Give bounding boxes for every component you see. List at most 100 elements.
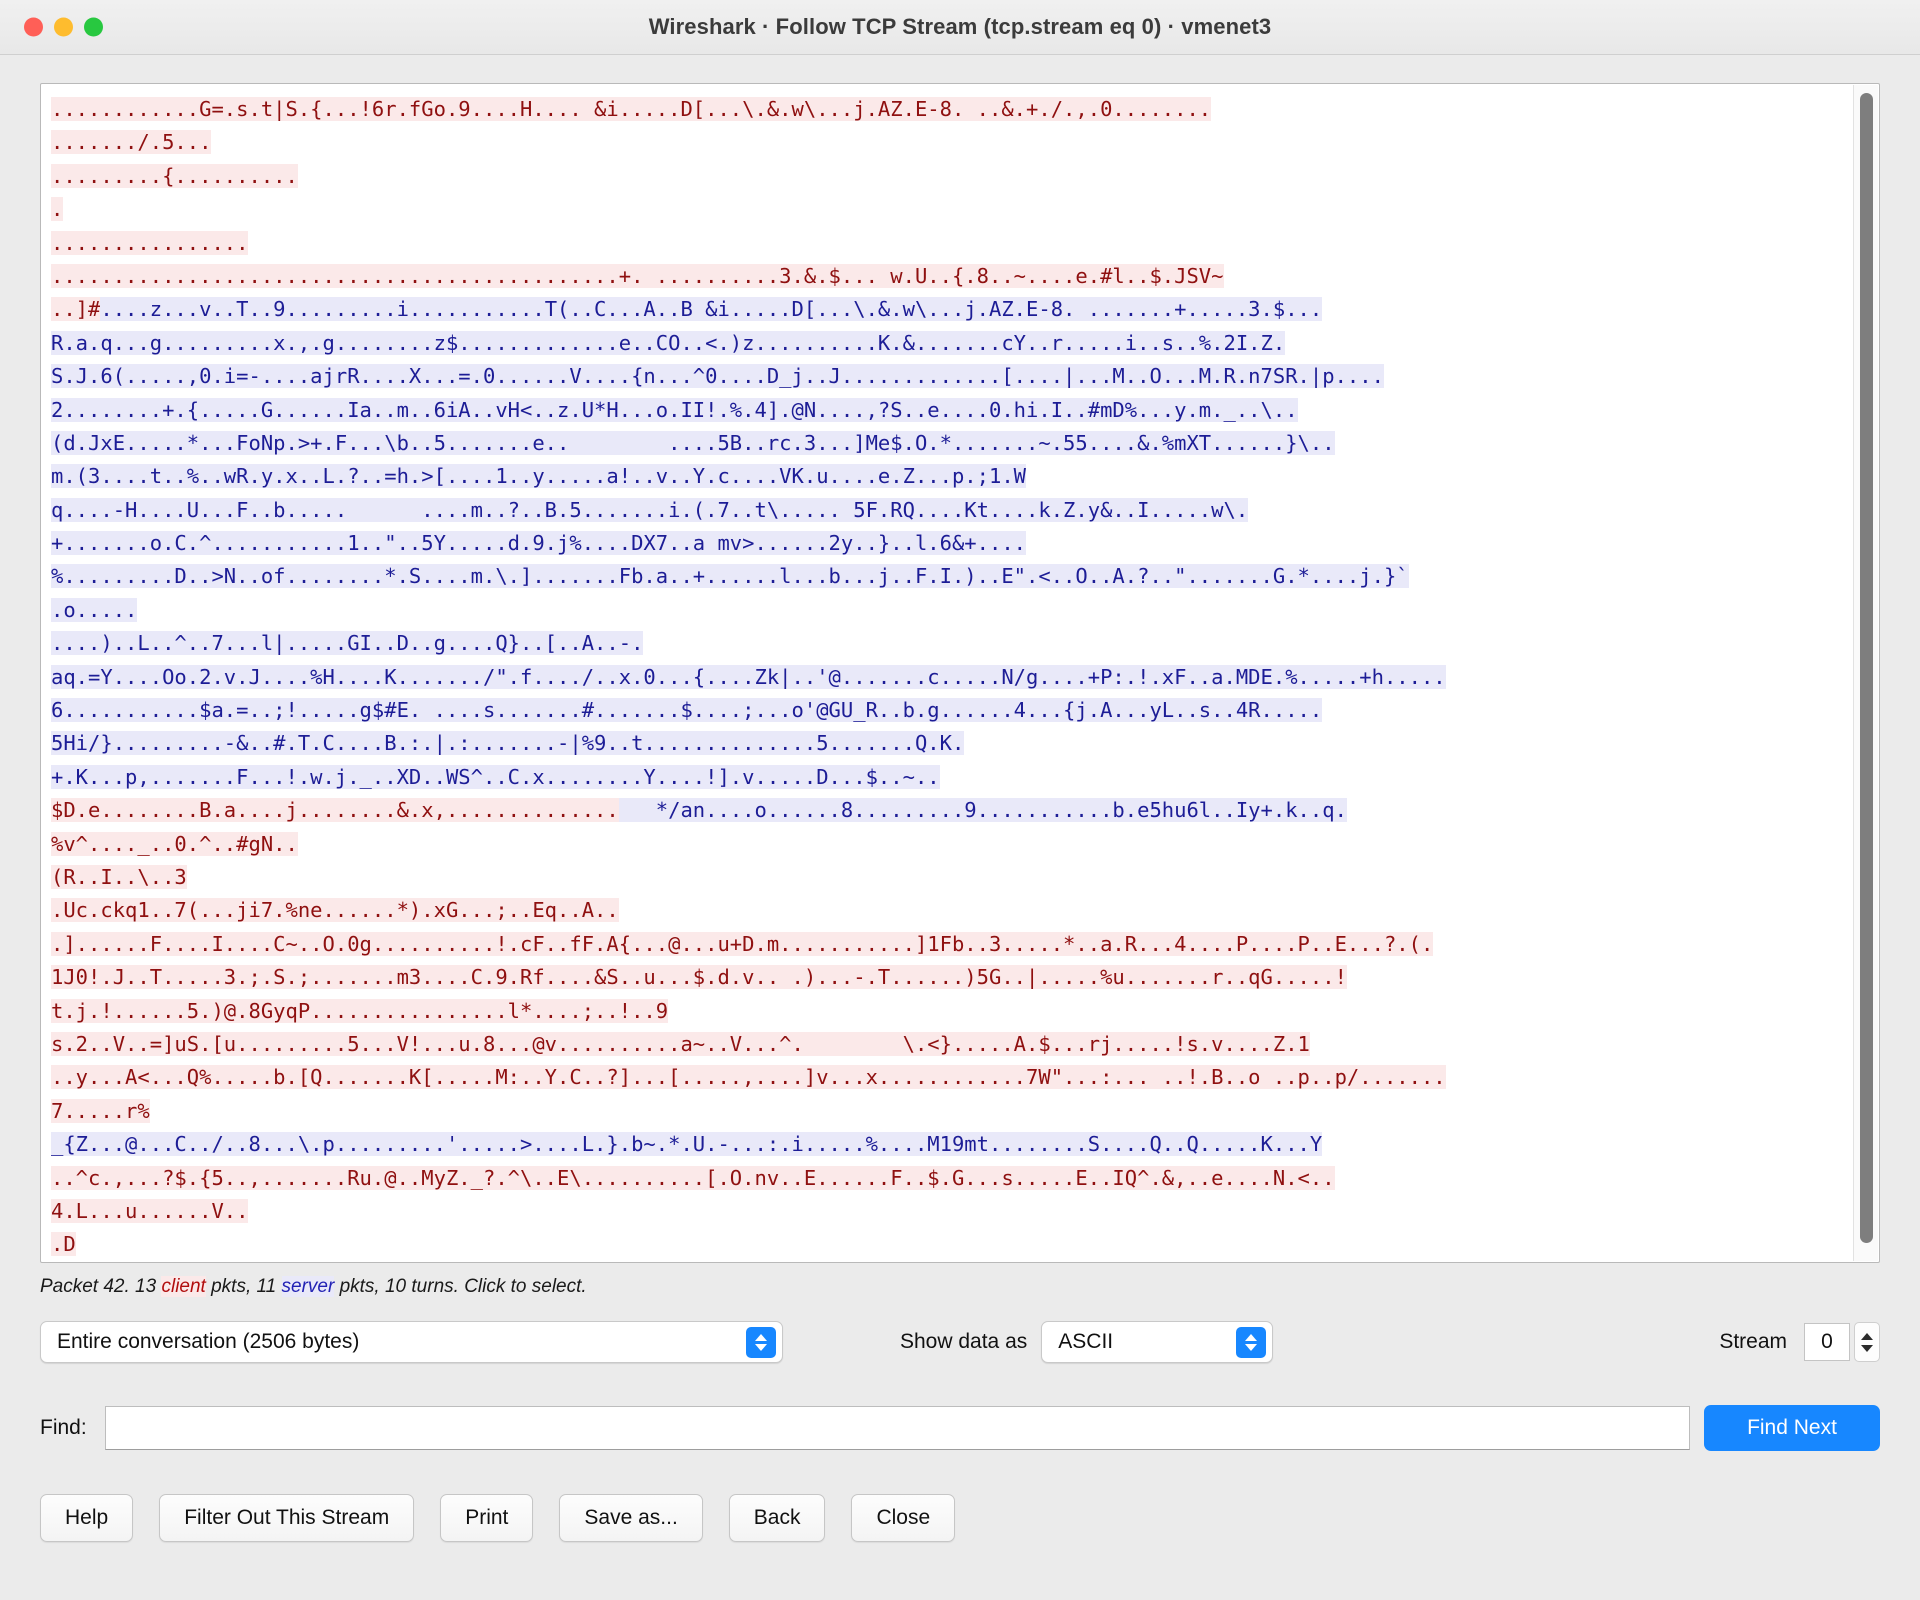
stream-number-input[interactable]: 0 <box>1804 1323 1850 1361</box>
stream-client-segment[interactable]: ......./.5... <box>51 130 212 155</box>
stream-line[interactable]: 4.L...u......V.. <box>51 1195 1879 1228</box>
stream-line[interactable]: m.(3....t..%..wR.y.x..L.?..=h.>[....1..y… <box>51 460 1879 493</box>
stream-line[interactable]: (R..I..\..3 <box>51 861 1879 894</box>
stream-client-segment[interactable]: ........................................… <box>51 263 1224 288</box>
stream-server-segment[interactable]: .o..... <box>51 597 138 622</box>
stream-client-segment[interactable]: .D <box>51 1232 76 1257</box>
stream-line[interactable]: aq.=Y....Oo.2.v.J....%H....K......./".f.… <box>51 661 1879 694</box>
stream-line[interactable]: $D.e........B.a....j........&.x,........… <box>51 794 1879 827</box>
filter-out-this-stream-button[interactable]: Filter Out This Stream <box>159 1494 415 1542</box>
stream-line[interactable]: 7.....r% <box>51 1095 1879 1128</box>
stream-line[interactable]: ............G=.s.t|S.{...!6r.fGo.9....H.… <box>51 93 1879 126</box>
stream-line[interactable]: _{Z...@...C../..8...\.p.........'.....>.… <box>51 1128 1879 1161</box>
stream-client-segment[interactable]: .]......F....I....C~..O.0g..........!.cF… <box>51 931 1434 956</box>
stream-server-segment[interactable]: _{Z...@...C../..8...\.p.........'.....>.… <box>51 1132 1323 1157</box>
stream-line[interactable]: .D <box>51 1228 1879 1261</box>
stream-line[interactable]: o.yQ..O...0..j.c.....q....7..h.G6...8...… <box>51 1262 1879 1263</box>
stream-line[interactable]: 2........+.{.....G......Ia..m..6iA..vH<.… <box>51 394 1879 427</box>
stream-server-segment[interactable]: ....)..L..^..7...l|.....GI..D..g....Q}..… <box>51 631 644 656</box>
minimize-window-button[interactable] <box>54 17 73 37</box>
stream-line[interactable]: ..]#....z...v..T..9.........i...........… <box>51 293 1879 326</box>
stream-line[interactable]: ..y...A<...Q%.....b.[Q.......K[.....M:..… <box>51 1061 1879 1094</box>
conversation-select[interactable]: Entire conversation (2506 bytes) <box>40 1321 783 1363</box>
stream-line[interactable]: +.......o.C.^...........1.."..5Y.....d.9… <box>51 527 1879 560</box>
stream-client-segment[interactable]: 1J0!.J..T.....3.;.S.;.......m3....C.9.Rf… <box>51 965 1347 990</box>
stream-client-segment[interactable]: 7.....r% <box>51 1098 150 1123</box>
stream-scrollbar-thumb[interactable] <box>1860 93 1873 1243</box>
stream-line[interactable]: R.a.q...g.........x.,.g........z$.......… <box>51 327 1879 360</box>
stream-line[interactable]: 6...........$a.=..;!.....g$#E. ....s....… <box>51 694 1879 727</box>
stream-line[interactable]: %.........D..>N..of........*.S....m.\.].… <box>51 560 1879 593</box>
stream-client-segment[interactable]: $D.e........B.a....j........&.x,........… <box>51 798 619 823</box>
stream-status-line: Packet 42. 13 client pkts, 11 server pkt… <box>40 1276 1880 1298</box>
stream-line[interactable]: .Uc.ckq1..7(...ji7.%ne......*).xG...;..E… <box>51 894 1879 927</box>
stream-server-segment[interactable]: aq.=Y....Oo.2.v.J....%H....K......./".f.… <box>51 664 1446 689</box>
stream-client-segment[interactable]: ..^c.,...?$.{5..,.......Ru.@..MyZ._?.^\.… <box>51 1165 1335 1190</box>
stream-vertical-scrollbar[interactable] <box>1853 85 1878 1261</box>
print-button[interactable]: Print <box>440 1494 534 1542</box>
stream-text[interactable]: ............G=.s.t|S.{...!6r.fGo.9....H.… <box>41 84 1879 1263</box>
chevron-up-icon <box>755 1334 767 1341</box>
stream-client-segment[interactable]: s.2..V..=]uS.[u.........5...V!...u.8...@… <box>51 1031 1310 1056</box>
back-button[interactable]: Back <box>728 1494 826 1542</box>
stream-line[interactable]: ................ <box>51 227 1879 260</box>
stream-server-segment[interactable]: 5Hi/}.........-&..#.T.C....B.:.|.:......… <box>51 731 965 756</box>
stream-line[interactable]: (d.JxE.....*...FoNp.>+.F...\b..5.......e… <box>51 427 1879 460</box>
stream-line[interactable]: 1J0!.J..T.....3.;.S.;.......m3....C.9.Rf… <box>51 961 1879 994</box>
find-input[interactable] <box>104 1406 1690 1450</box>
stream-content-pane[interactable]: ............G=.s.t|S.{...!6r.fGo.9....H.… <box>40 83 1880 1263</box>
zoom-window-button[interactable] <box>84 17 103 37</box>
chevron-updown-icon[interactable] <box>746 1327 776 1358</box>
stepper-up-icon[interactable] <box>1861 1332 1873 1340</box>
stream-line[interactable]: .o..... <box>51 594 1879 627</box>
stream-client-segment[interactable]: ................ <box>51 230 249 255</box>
show-data-as-select[interactable]: ASCII <box>1041 1321 1274 1363</box>
stream-line[interactable]: .........{.......... <box>51 160 1879 193</box>
stream-client-segment[interactable]: %v^...._..0.^..#gN.. <box>51 831 298 856</box>
stream-client-segment[interactable]: . <box>51 197 64 222</box>
stream-client-segment[interactable]: .........{.......... <box>51 163 298 188</box>
close-button[interactable]: Close <box>851 1494 956 1542</box>
stream-server-segment[interactable]: (d.JxE.....*...FoNp.>+.F...\b..5.......e… <box>51 430 1335 455</box>
stream-server-segment[interactable]: 2........+.{.....G......Ia..m..6iA..vH<.… <box>51 397 1298 422</box>
stream-stepper[interactable] <box>1854 1322 1880 1362</box>
stream-server-segment[interactable]: S.J.6(.....,0.i=-....ajrR....X...=.0....… <box>51 364 1384 389</box>
options-row: Entire conversation (2506 bytes) Show da… <box>40 1318 1880 1366</box>
find-next-button[interactable]: Find Next <box>1704 1405 1880 1451</box>
stream-client-segment[interactable]: .Uc.ckq1..7(...ji7.%ne......*).xG...;..E… <box>51 898 619 923</box>
stream-line[interactable]: +.K...p,.......F...!.w.j._..XD..WS^..C.x… <box>51 761 1879 794</box>
stream-server-segment[interactable]: 6...........$a.=..;!.....g$#E. ....s....… <box>51 698 1323 723</box>
stream-line[interactable]: 5Hi/}.........-&..#.T.C....B.:.|.:......… <box>51 727 1879 760</box>
stream-server-segment[interactable]: ....z...v..T..9.........i...........T(..… <box>100 297 1323 322</box>
help-button[interactable]: Help <box>40 1494 134 1542</box>
stream-client-segment[interactable]: 4.L...u......V.. <box>51 1198 249 1223</box>
stream-server-segment[interactable]: R.a.q...g.........x.,.g........z$.......… <box>51 330 1286 355</box>
stream-line[interactable]: ....)..L..^..7...l|.....GI..D..g....Q}..… <box>51 627 1879 660</box>
stream-line[interactable]: s.2..V..=]uS.[u.........5...V!...u.8...@… <box>51 1028 1879 1061</box>
close-window-button[interactable] <box>24 17 43 37</box>
stream-client-segment[interactable]: ............G=.s.t|S.{...!6r.fGo.9....H.… <box>51 97 1212 121</box>
stream-client-segment[interactable]: ..]# <box>51 297 101 322</box>
stream-line[interactable]: .]......F....I....C~..O.0g..........!.cF… <box>51 928 1879 961</box>
stream-client-segment[interactable]: (R..I..\..3 <box>51 864 187 889</box>
stepper-down-icon[interactable] <box>1861 1344 1873 1352</box>
stream-line[interactable]: . <box>51 193 1879 226</box>
stream-number-group: Stream 0 <box>1719 1322 1880 1362</box>
stream-server-segment[interactable]: */an....o......8.........9...........b.e… <box>618 798 1347 823</box>
chevron-updown-icon[interactable] <box>1236 1327 1267 1358</box>
stream-line[interactable]: t.j.!......5.)@.8GyqP................l*.… <box>51 995 1879 1028</box>
stream-line[interactable]: S.J.6(.....,0.i=-....ajrR....X...=.0....… <box>51 360 1879 393</box>
stream-line[interactable]: ..^c.,...?$.{5..,.......Ru.@..MyZ._?.^\.… <box>51 1162 1879 1195</box>
stream-server-segment[interactable]: +.......o.C.^...........1.."..5Y.....d.9… <box>51 531 1027 556</box>
stream-server-segment[interactable]: q....-H....U...F..b..... ....m..?..B.5..… <box>51 497 1249 522</box>
save-as-button[interactable]: Save as... <box>559 1494 703 1542</box>
stream-server-segment[interactable]: %.........D..>N..of........*.S....m.\.].… <box>51 564 1409 589</box>
stream-client-segment[interactable]: ..y...A<...Q%.....b.[Q.......K[.....M:..… <box>51 1065 1446 1090</box>
stream-line[interactable]: ........................................… <box>51 260 1879 293</box>
stream-server-segment[interactable]: m.(3....t..%..wR.y.x..L.?..=h.>[....1..y… <box>51 464 1027 489</box>
stream-line[interactable]: ......./.5... <box>51 126 1879 159</box>
stream-client-segment[interactable]: t.j.!......5.)@.8GyqP................l*.… <box>51 998 669 1023</box>
stream-line[interactable]: %v^...._..0.^..#gN.. <box>51 828 1879 861</box>
stream-line[interactable]: q....-H....U...F..b..... ....m..?..B.5..… <box>51 494 1879 527</box>
stream-server-segment[interactable]: +.K...p,.......F...!.w.j._..XD..WS^..C.x… <box>51 764 940 789</box>
